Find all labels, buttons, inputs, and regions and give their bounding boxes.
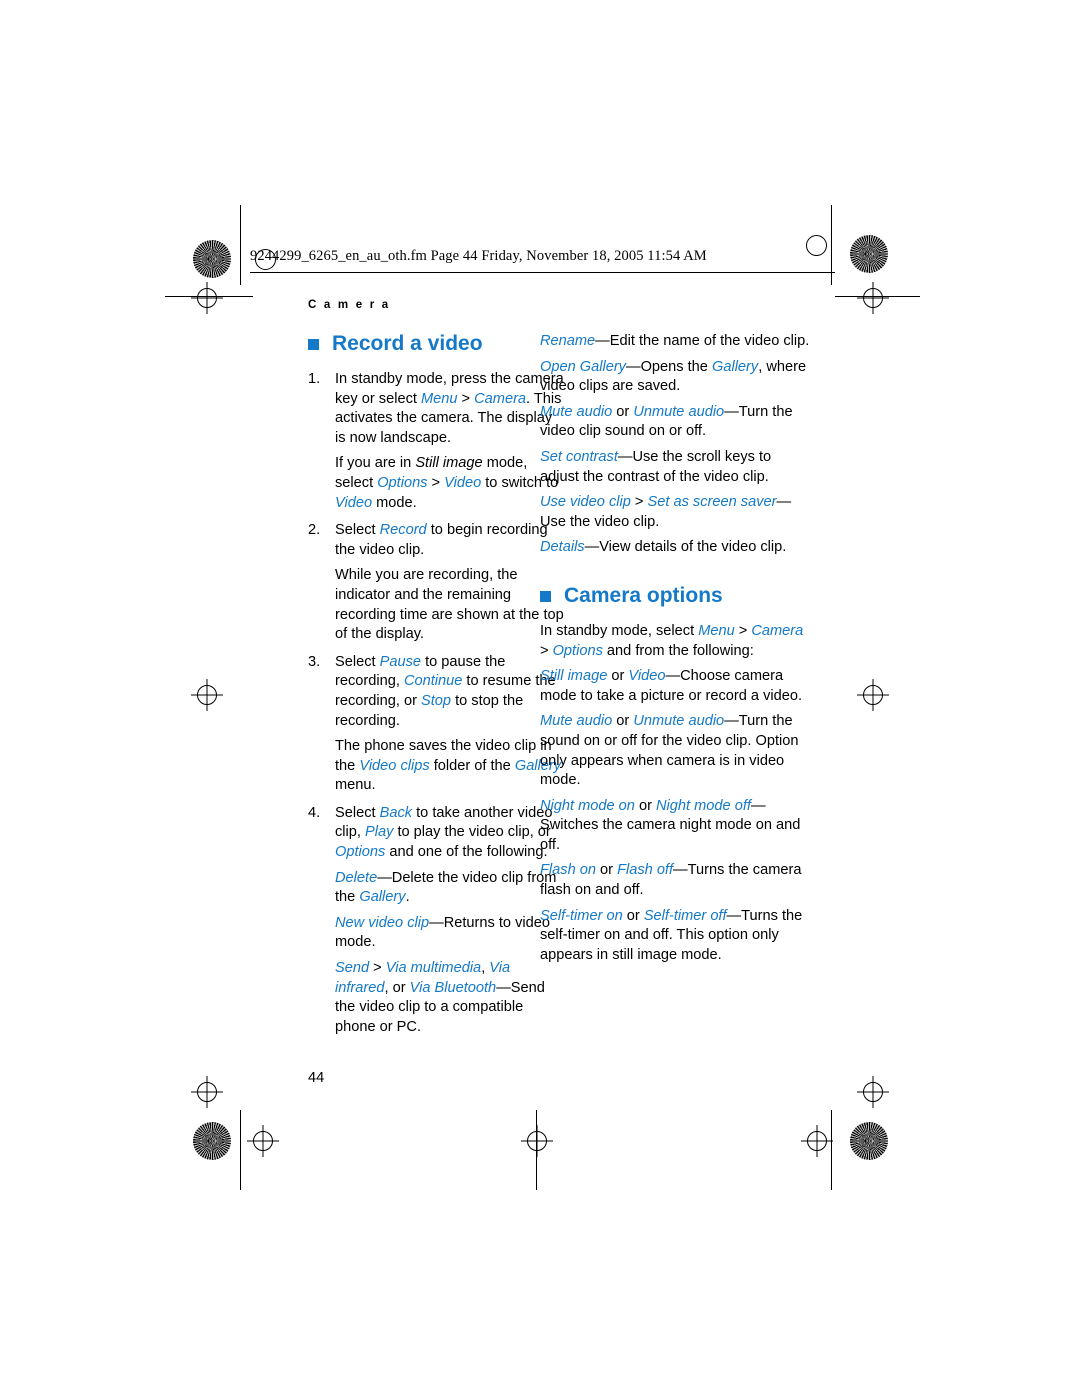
option-item: Details—View details of the video clip. [540,539,787,556]
option-text: Delete—Delete the video clip from the Ga… [335,869,557,906]
camera-options-intro: In standby mode, select Menu > Camera > … [540,622,804,659]
paragraph-text: If you are in Still image mode, select O… [335,455,559,511]
registration-star-bottom-left [193,1122,231,1160]
step-item: 1. In standby mode, press the camera key… [308,370,566,448]
crop-line-vertical-left-lower [240,1110,241,1190]
left-column: Record a video 1. In standby mode, press… [308,332,566,1043]
option-item: Mute audio or Unmute audio—Turn the vide… [540,403,793,440]
section-heading-camera-options: Camera options [540,584,810,608]
registration-target-left-lower [197,1082,217,1102]
paragraph-item: The phone saves the video clip in the Vi… [308,737,566,796]
header-rule-left [165,296,253,297]
registration-star-top-left [193,240,231,278]
step-text: In standby mode, press the camera key or… [335,371,564,446]
option-item: Night mode on or Night mode off—Switches… [540,797,801,853]
step-number: 4. [308,804,321,821]
registration-target-left-middle [197,685,217,705]
running-head: C a m e r a [308,299,391,311]
step-item: 4. Select Back to take another video cli… [308,804,566,863]
step-item: 3. Select Pause to pause the recording, … [308,653,566,731]
registration-target-right-upper [863,288,883,308]
header-rule [250,272,835,273]
document-page: 9244299_6265_en_au_oth.fm Page 44 Friday… [0,0,1080,1397]
section-heading-text: Record a video [332,332,483,355]
step-text: Select Record to begin recording the vid… [335,522,548,558]
option-item: Delete—Delete the video clip from the Ga… [308,869,566,908]
step-number: 1. [308,371,321,387]
registration-star-bottom-right [850,1122,888,1160]
option-item: Still image or Video—Choose camera mode … [540,668,803,704]
option-text: Send > Via multimedia, Via infrared, or … [335,960,545,1035]
option-text: New video clip—Returns to video mode. [335,914,550,951]
crop-line-vertical-left [240,205,241,285]
crop-line-vertical-right-lower [831,1110,832,1190]
step-text: Select Back to take another video clip, … [335,804,553,861]
registration-target-right-middle [863,685,883,705]
section-heading-record-a-video: Record a video [308,332,566,356]
option-item: New video clip—Returns to video mode. [308,914,566,953]
step-item: 2. Select Record to begin recording the … [308,521,566,560]
registration-star-top-right [850,235,888,273]
registration-circle-top-right [806,235,827,256]
registration-target-left-upper [197,288,217,308]
paragraph-text: The phone saves the video clip in the Vi… [335,738,562,794]
header-rule-right [835,296,920,297]
registration-target-bottom-left [253,1131,273,1151]
square-bullet-icon [308,339,319,350]
crop-line-vertical-right [831,205,832,285]
right-column: Rename—Edit the name of the video clip. … [540,332,810,971]
paragraph-item: While you are recording, the indicator a… [308,566,566,644]
registration-target-bottom-right [807,1131,827,1151]
filename-header: 9244299_6265_en_au_oth.fm Page 44 Friday… [250,248,707,264]
square-bullet-icon [540,590,551,602]
step-number: 3. [308,653,321,670]
registration-target-bottom-center [527,1131,547,1151]
option-item: Flash on or Flash off—Turns the camera f… [540,862,802,899]
option-item: Rename—Edit the name of the video clip. [540,333,810,349]
paragraph-text: While you are recording, the indicator a… [335,567,564,643]
step-number: 2. [308,522,321,539]
page-number: 44 [308,1070,325,1086]
record-a-video-steps: 1. In standby mode, press the camera key… [308,370,566,1037]
option-item: Mute audio or Unmute audio—Turn the soun… [540,713,799,789]
option-item: Self-timer on or Self-timer off—Turns th… [540,907,803,963]
paragraph-item: If you are in Still image mode, select O… [308,454,566,513]
option-item: Send > Via multimedia, Via infrared, or … [308,959,566,1037]
option-item: Open Gallery—Opens the Gallery, where vi… [540,358,807,395]
step-text: Select Pause to pause the recording, Con… [335,653,556,729]
option-item: Use video clip > Set as screen saver—Use… [540,494,792,530]
section-heading-text: Camera options [564,583,723,607]
registration-target-right-lower [863,1082,883,1102]
option-item: Set contrast—Use the scroll keys to adju… [540,448,772,485]
